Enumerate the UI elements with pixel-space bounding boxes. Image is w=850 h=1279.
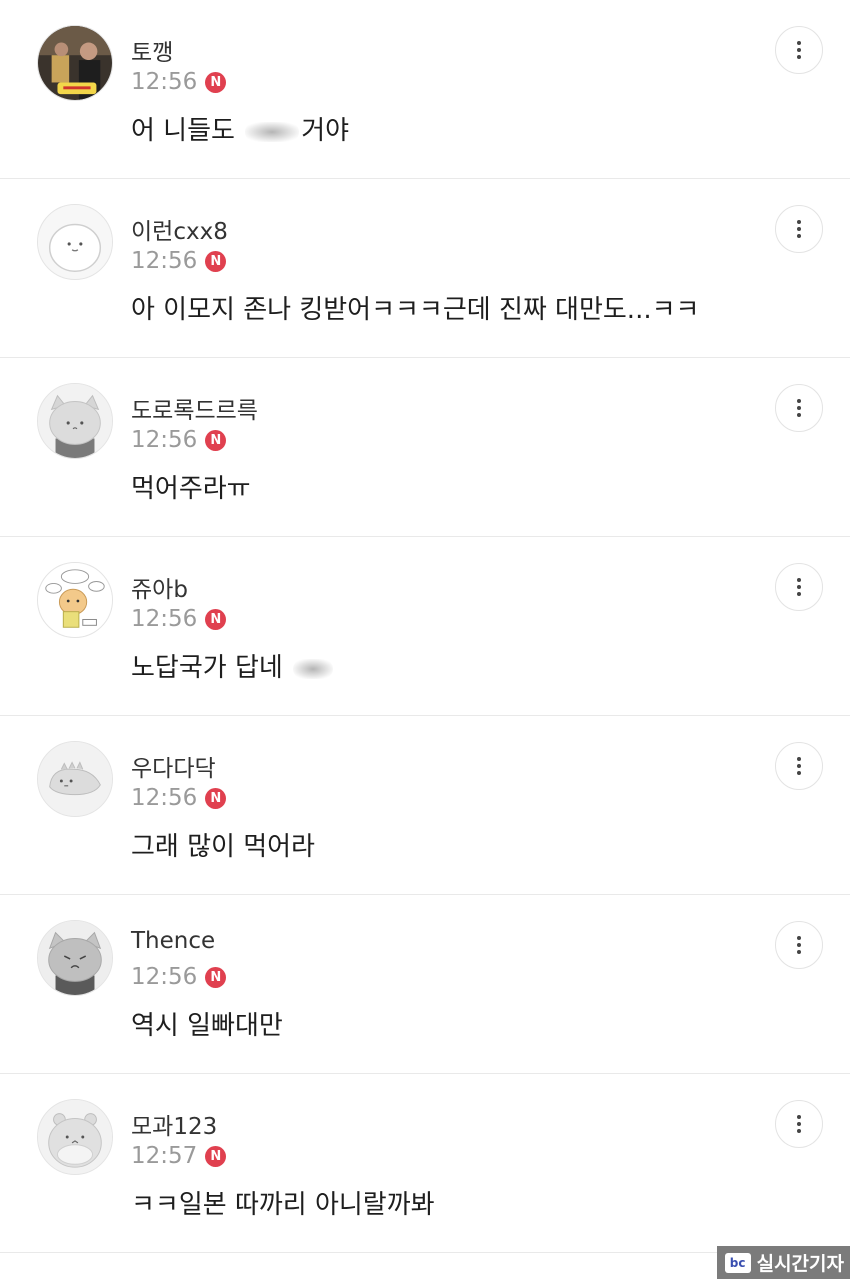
- comment-meta: 12:56 N: [131, 246, 227, 276]
- comment-text: ㅋㅋ일본 따까리 아니랄까봐: [131, 1190, 435, 1220]
- new-badge: N: [205, 1145, 227, 1167]
- user-avatar[interactable]: [37, 562, 113, 638]
- comment-time: 12:56: [131, 606, 198, 632]
- comment-item: 토깽 12:56 N 어 니들도 거야: [0, 0, 850, 179]
- comment-meta: 12:56 N: [131, 67, 227, 97]
- comment-time: 12:56: [131, 248, 198, 274]
- comment-text-start: 어 니들도: [131, 116, 244, 146]
- new-badge: N: [205, 71, 227, 93]
- comment-item: 이런cxx8 12:56 N 아 이모지 존나 킹받어ㅋㅋㅋ근데 진짜 대만도.…: [0, 179, 850, 358]
- hamster-icon: [38, 1100, 112, 1174]
- comment-list: 토깽 12:56 N 어 니들도 거야 이런cxx8 12:56 N 아 이모지…: [0, 0, 850, 1253]
- comment-nickname[interactable]: 쥬아b: [131, 570, 188, 604]
- user-avatar[interactable]: [37, 383, 113, 459]
- comment-meta: 12:56 N: [131, 425, 227, 455]
- comment-time: 12:56: [131, 69, 198, 95]
- user-avatar[interactable]: [37, 920, 113, 996]
- more-options-button[interactable]: [775, 921, 823, 969]
- more-options-button[interactable]: [775, 205, 823, 253]
- gray-cat-icon: [38, 384, 112, 458]
- comment-text: 노답국가 답네: [131, 647, 335, 684]
- comment-time: 12:57: [131, 1143, 198, 1169]
- comment-time: 12:56: [131, 785, 198, 811]
- blurred-text-mark: [293, 658, 334, 679]
- sticker-icon: [38, 563, 112, 637]
- user-avatar[interactable]: [37, 741, 113, 817]
- new-badge: N: [205, 250, 227, 272]
- comment-text: 먹어주라ㅠ: [131, 474, 251, 504]
- comment-item: 모과123 12:57 N ㅋㅋ일본 따까리 아니랄까봐: [0, 1074, 850, 1253]
- comment-nickname[interactable]: 이런cxx8: [131, 212, 228, 246]
- comment-text-end: 거야: [301, 116, 350, 146]
- comment-text: 아 이모지 존나 킹받어ㅋㅋㅋ근데 진짜 대만도...ㅋㅋ: [131, 295, 700, 325]
- new-badge: N: [205, 608, 227, 630]
- comment-nickname[interactable]: 도로록드르륵: [131, 391, 258, 425]
- comment-nickname[interactable]: Thence: [131, 928, 215, 954]
- comment-item: 도로록드르륵 12:56 N 먹어주라ㅠ: [0, 358, 850, 537]
- dino-icon: [38, 742, 112, 816]
- more-options-button[interactable]: [775, 26, 823, 74]
- angry-cat-icon: [38, 921, 112, 995]
- more-options-button[interactable]: [775, 563, 823, 611]
- comment-item: Thence 12:56 N 역시 일빠대만: [0, 895, 850, 1074]
- comment-meta: 12:56 N: [131, 962, 227, 992]
- blurred-text-mark: [245, 121, 300, 142]
- comment-meta: 12:57 N: [131, 1141, 227, 1171]
- watermark-logo-icon: bc: [724, 1252, 751, 1273]
- new-badge: N: [205, 429, 227, 451]
- new-badge: N: [205, 966, 227, 988]
- comment-meta: 12:56 N: [131, 783, 227, 813]
- comment-text: 역시 일빠대만: [131, 1011, 283, 1041]
- comment-nickname[interactable]: 토깽: [131, 33, 173, 67]
- more-options-button[interactable]: [775, 1100, 823, 1148]
- comment-text-start: 노답국가 답네: [131, 653, 292, 683]
- watermark: bc 실시간기자: [717, 1246, 850, 1279]
- comment-text: 그래 많이 먹어라: [131, 832, 315, 862]
- user-avatar[interactable]: [37, 1099, 113, 1175]
- comment-meta: 12:56 N: [131, 604, 227, 634]
- more-options-button[interactable]: [775, 742, 823, 790]
- more-options-button[interactable]: [775, 384, 823, 432]
- comment-item: 쥬아b 12:56 N 노답국가 답네: [0, 537, 850, 716]
- watermark-text: 실시간기자: [756, 1253, 844, 1275]
- comment-nickname[interactable]: 우다다닥: [131, 749, 216, 783]
- comment-nickname[interactable]: 모과123: [131, 1107, 217, 1141]
- comment-item: 우다다닥 12:56 N 그래 많이 먹어라: [0, 716, 850, 895]
- comment-time: 12:56: [131, 427, 198, 453]
- comment-time: 12:56: [131, 964, 198, 990]
- comment-text: 어 니들도 거야: [131, 110, 349, 147]
- user-avatar[interactable]: [37, 204, 113, 280]
- default-face-icon: [38, 205, 112, 279]
- new-badge: N: [205, 787, 227, 809]
- photo-avatar-icon: [38, 26, 112, 100]
- user-avatar[interactable]: [37, 25, 113, 101]
